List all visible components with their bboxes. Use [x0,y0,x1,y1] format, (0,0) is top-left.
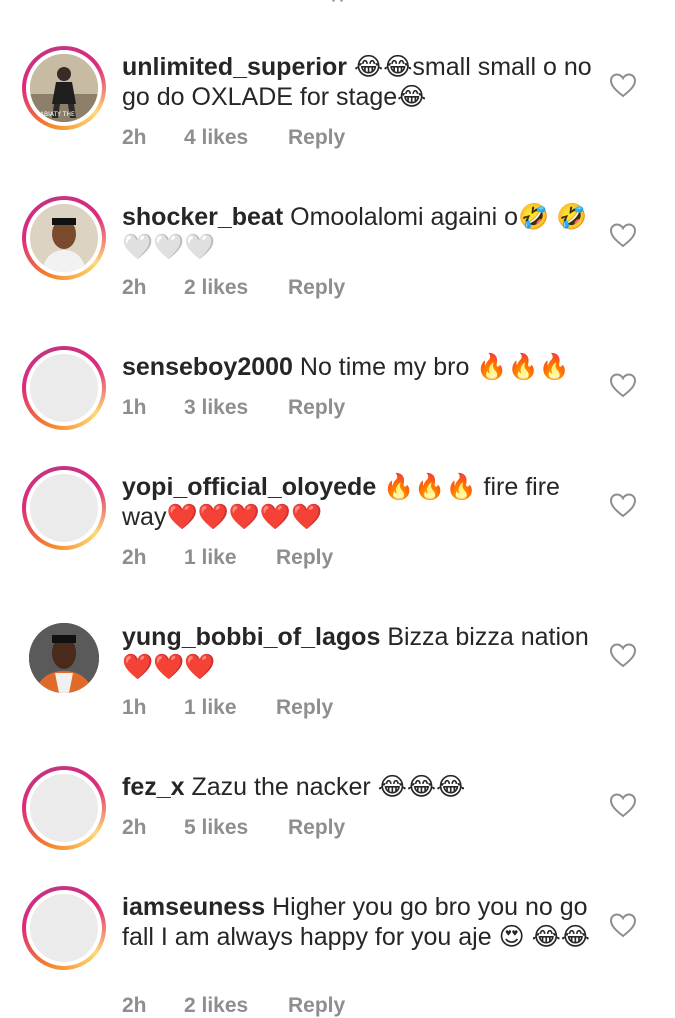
comment-text: fez_x Zazu the nacker 😂😂😂 [122,772,592,802]
heart-outline-icon[interactable] [609,72,637,98]
heart-outline-icon[interactable] [609,912,637,938]
comment-text: shocker_beat Omoolalomi againi o🤣 🤣🤍🤍🤍 [122,202,592,262]
comment-text: unlimited_superior 😂😂small small o no go… [122,52,592,112]
avatar [30,354,98,422]
avatar [30,894,98,962]
comment-meta: 2h 4 likes Reply [122,126,345,150]
comment-likes[interactable]: 2 likes [184,276,288,300]
avatar [30,204,98,272]
comment-meta: 1h 1 like Reply [122,696,333,720]
reply-button[interactable]: Reply [288,816,345,840]
avatar[interactable] [29,623,99,693]
avatar [30,774,98,842]
story-ring-avatar[interactable] [22,766,106,850]
heart-outline-icon[interactable] [609,792,637,818]
comment-time: 1h [122,396,147,419]
comment-text: senseboy2000 No time my bro 🔥🔥🔥 [122,352,592,382]
comment-likes[interactable]: 1 like [184,546,276,570]
comment-text: yung_bobbi_of_lagos Bizza bizza nation ❤… [122,622,592,682]
comment-meta: 2h 2 likes Reply [122,276,345,300]
comment-time: 2h [122,546,147,569]
comment-meta: 1h 3 likes Reply [122,396,345,420]
reply-button[interactable]: Reply [288,994,345,1018]
story-ring-avatar[interactable] [22,886,106,970]
comment-time: 2h [122,816,147,839]
comment-time: 1h [122,696,147,719]
story-ring-avatar[interactable] [22,196,106,280]
comment-username[interactable]: shocker_beat [122,203,283,231]
comment-username[interactable]: senseboy2000 [122,353,293,381]
heart-outline-icon[interactable] [609,372,637,398]
comment-likes[interactable]: 4 likes [184,126,288,150]
heart-outline-icon[interactable] [609,642,637,668]
comment-body: No time my bro 🔥🔥🔥 [299,353,570,381]
comment-time: 2h [122,276,147,299]
story-ring-avatar[interactable] [22,346,106,430]
comment-username[interactable]: unlimited_superior [122,53,347,81]
comment-meta: 2h 5 likes Reply [122,816,345,840]
comment-username[interactable]: yopi_official_oloyede [122,473,376,501]
story-ring-avatar[interactable] [22,466,106,550]
story-ring-avatar[interactable]: RABIATY THE [22,46,106,130]
reply-button[interactable]: Reply [288,126,345,150]
comment-likes[interactable]: 2 likes [184,994,288,1018]
avatar: RABIATY THE [30,54,98,122]
reply-button[interactable]: Reply [288,276,345,300]
comment-likes[interactable]: 5 likes [184,816,288,840]
comment-time: 2h [122,994,147,1017]
comment-likes[interactable]: 1 like [184,696,276,720]
avatar [30,474,98,542]
comment-username[interactable]: yung_bobbi_of_lagos [122,623,380,651]
previous-comment-fragment: ·· [0,0,675,14]
comment-text: yopi_official_oloyede 🔥🔥🔥 fire fire way❤… [122,472,592,532]
comment-likes[interactable]: 3 likes [184,396,288,420]
comment-time: 2h [122,126,147,149]
comment-text: iamseuness Higher you go bro you no go f… [122,892,592,952]
reply-button[interactable]: Reply [288,396,345,420]
comment-meta: 2h 2 likes Reply [122,994,345,1018]
heart-outline-icon[interactable] [609,222,637,248]
reply-button[interactable]: Reply [276,696,333,720]
comment-username[interactable]: fez_x [122,773,185,801]
comment-meta: 2h 1 like Reply [122,546,333,570]
heart-outline-icon[interactable] [609,492,637,518]
comment-body: Zazu the nacker 😂😂😂 [191,773,466,801]
reply-button[interactable]: Reply [276,546,333,570]
comment-username[interactable]: iamseuness [122,893,265,921]
